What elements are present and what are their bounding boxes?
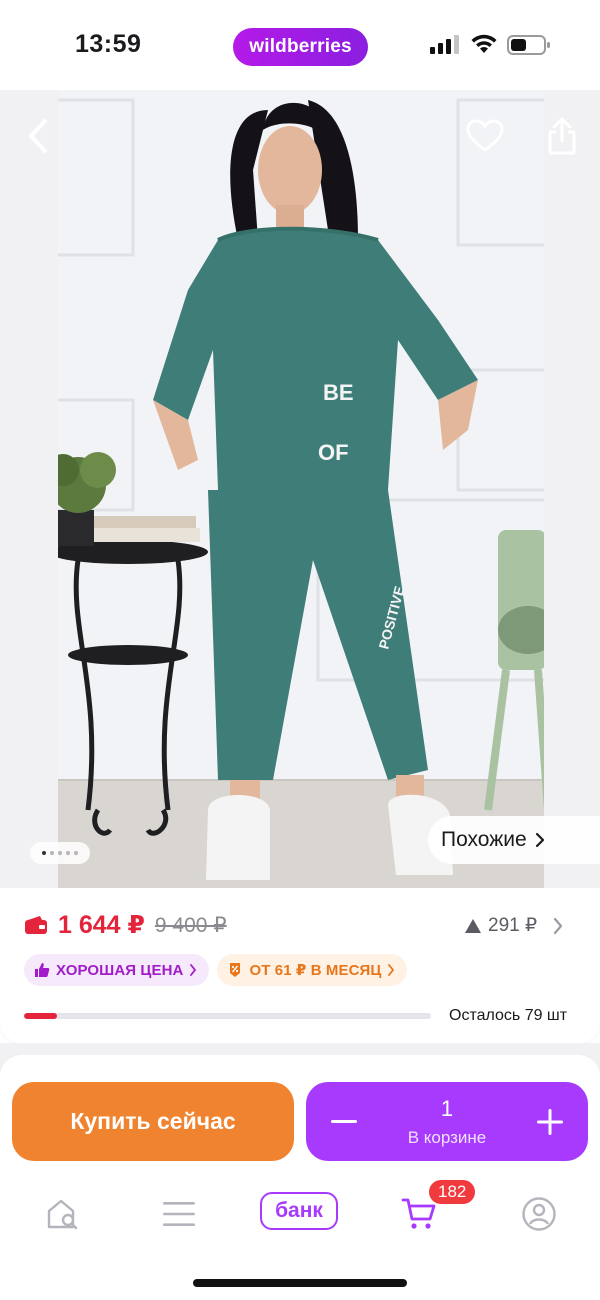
menu-icon xyxy=(163,1202,195,1226)
tab-bank[interactable]: банк xyxy=(260,1192,338,1230)
svg-text:OF: OF xyxy=(318,440,349,465)
back-icon xyxy=(29,119,47,153)
tab-catalog[interactable] xyxy=(151,1190,207,1238)
home-indicator xyxy=(193,1279,407,1287)
back-button[interactable] xyxy=(16,114,60,158)
tab-home[interactable] xyxy=(34,1190,90,1238)
status-bar: 13:59 wildberries xyxy=(0,0,600,90)
gallery-dot[interactable] xyxy=(58,851,62,855)
profile-icon xyxy=(522,1197,556,1231)
stock-progress-fill xyxy=(24,1013,57,1019)
similar-products-button[interactable]: Похожие xyxy=(428,816,600,864)
svg-text:BE: BE xyxy=(323,380,354,405)
good-price-label: ХОРОШАЯ ЦЕНА xyxy=(56,961,184,979)
chevron-right-icon xyxy=(535,832,544,848)
stock-remaining: Осталось 79 шт xyxy=(449,1007,568,1024)
gallery-dot[interactable] xyxy=(66,851,70,855)
thumbs-up-icon xyxy=(35,963,50,977)
gallery-dot[interactable] xyxy=(50,851,54,855)
plus-icon xyxy=(537,1109,563,1135)
current-price: 1 644 ₽ xyxy=(58,911,145,939)
gallery-dot[interactable] xyxy=(74,851,78,855)
chevron-right-icon xyxy=(553,917,563,934)
status-time: 13:59 xyxy=(75,30,142,58)
product-photo: BE OF POSITIVE xyxy=(58,90,544,890)
percent-tag-icon xyxy=(230,963,241,977)
wallet-icon xyxy=(25,916,47,934)
share-button[interactable] xyxy=(540,114,584,158)
good-price-badge[interactable]: ХОРОШАЯ ЦЕНА xyxy=(24,954,210,986)
installment-badge[interactable]: ОТ 61 ₽ В МЕСЯЦ xyxy=(217,954,408,986)
price-badges: ХОРОШАЯ ЦЕНА ОТ 61 ₽ В МЕСЯЦ xyxy=(24,954,408,986)
product-gallery[interactable]: BE OF POSITIVE Похожие xyxy=(0,90,600,890)
signal-icon xyxy=(430,35,459,54)
cart-count-badge: 182 xyxy=(427,1178,478,1206)
increase-quantity-button[interactable] xyxy=(528,1100,572,1144)
cart-quantity-control: 1 В корзине xyxy=(306,1082,588,1161)
price-history-button[interactable]: 291 ₽ xyxy=(464,914,565,937)
installment-label: ОТ 61 ₽ В МЕСЯЦ xyxy=(249,962,382,979)
brand-logo: wildberries xyxy=(233,28,368,66)
chevron-right-icon xyxy=(388,964,395,976)
battery-icon xyxy=(507,35,550,55)
tab-profile[interactable] xyxy=(511,1190,567,1238)
home-search-icon xyxy=(47,1199,78,1230)
favorite-button[interactable] xyxy=(463,114,507,158)
bottom-tab-bar: банк 182 xyxy=(0,1178,600,1246)
chevron-right-icon xyxy=(190,964,197,976)
gallery-page-dots[interactable] xyxy=(30,842,90,864)
heart-icon xyxy=(466,119,504,152)
wifi-icon xyxy=(471,34,497,53)
price-change: 291 ₽ xyxy=(488,915,538,936)
stock-progress-bar xyxy=(24,1013,431,1019)
price-card: 1 644 ₽ 9 400 ₽ 291 ₽ ХОРОШАЯ ЦЕНА ОТ 61… xyxy=(0,888,600,1043)
share-icon xyxy=(548,117,576,155)
old-price: 9 400 ₽ xyxy=(154,913,227,937)
similar-label: Похожие xyxy=(441,828,527,851)
gallery-dot[interactable] xyxy=(42,851,46,855)
buy-now-button[interactable]: Купить сейчас xyxy=(12,1082,294,1161)
triangle-up-icon xyxy=(465,918,481,933)
price-row: 1 644 ₽ 9 400 ₽ xyxy=(24,910,227,940)
